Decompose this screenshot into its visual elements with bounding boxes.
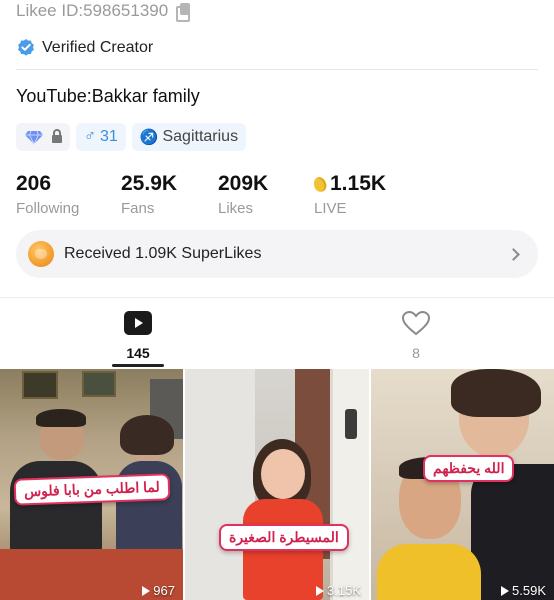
video-grid: لما اطلب من بابا فلوس 967 المسيطرة الصغي…: [0, 369, 554, 600]
divider: [0, 297, 554, 298]
superlikes-text: Received 1.09K SuperLikes: [64, 245, 262, 262]
tab-liked[interactable]: 8: [376, 310, 456, 361]
video-thumbnail[interactable]: الله يحفظهم 5.59K: [371, 369, 554, 600]
live-value: 1.15K: [330, 172, 387, 195]
gender-count: 31: [100, 128, 118, 145]
stat-fans[interactable]: 25.9K Fans: [121, 172, 177, 217]
sagittarius-icon: ♐: [139, 129, 159, 146]
tab-videos[interactable]: 145: [98, 310, 178, 361]
thumbnail-image: [330, 369, 369, 600]
thumbnail-image: [36, 409, 86, 427]
heart-icon: [401, 310, 431, 336]
stat-live[interactable]: 1.15K LIVE: [311, 172, 387, 217]
thumbnail-image: [471, 464, 554, 600]
view-count-value: 3.15K: [327, 583, 361, 598]
videos-count: 145: [126, 345, 150, 361]
thumbnail-image: [120, 415, 174, 455]
video-caption: الله يحفظهم: [423, 455, 515, 482]
profile-tags: ♂ 31 ♐ Sagittarius: [16, 123, 247, 151]
bean-icon: [311, 174, 329, 194]
copy-icon[interactable]: [176, 3, 191, 22]
stat-value: 25.9K: [121, 172, 178, 195]
chevron-right-icon: [507, 247, 520, 261]
profile-bio: YouTube:Bakkar family: [16, 86, 200, 106]
likee-id-row: Likee ID:598651390: [16, 0, 191, 22]
stat-value: 206: [16, 172, 52, 195]
thumbnail-image: [451, 369, 541, 417]
thumbnail-image: [377, 544, 481, 600]
video-icon: [124, 311, 152, 335]
view-count: 967: [142, 583, 175, 598]
video-caption: المسيطرة الصغيرة: [219, 524, 349, 551]
stat-label: Likes: [218, 200, 254, 217]
male-icon: ♂: [84, 128, 96, 145]
divider: [16, 69, 538, 70]
view-count-value: 5.59K: [512, 583, 546, 598]
lock-icon: [52, 128, 62, 143]
likee-id-text: Likee ID:598651390: [16, 1, 169, 20]
level-tag[interactable]: [16, 123, 70, 151]
thumbnail-image: [22, 371, 58, 399]
stat-label: LIVE: [314, 200, 347, 217]
verified-badge-icon: [18, 39, 34, 56]
stat-following[interactable]: 206 Following: [16, 172, 79, 217]
play-icon: [501, 585, 510, 596]
video-thumbnail[interactable]: لما اطلب من بابا فلوس 967: [0, 369, 183, 600]
stat-label: Following: [16, 200, 80, 217]
liked-count: 8: [412, 345, 420, 361]
active-tab-indicator: [112, 364, 164, 367]
zodiac-tag: ♐ Sagittarius: [131, 123, 247, 151]
stat-value: 1.15K: [311, 172, 387, 196]
diamond-icon: [25, 130, 43, 145]
play-icon: [316, 585, 325, 596]
profile-stats: 206 Following 25.9K Fans 209K Likes 1.15…: [16, 172, 536, 218]
play-icon: [142, 585, 151, 596]
verified-label: Verified Creator: [42, 39, 154, 56]
video-caption: لما اطلب من بابا فلوس: [13, 473, 171, 506]
thumbnail-image: [261, 449, 305, 499]
view-count: 3.15K: [316, 583, 361, 598]
gender-tag: ♂ 31: [76, 123, 126, 151]
verified-creator-row: Verified Creator: [16, 36, 153, 60]
video-thumbnail[interactable]: المسيطرة الصغيرة 3.15K: [185, 369, 369, 600]
view-count: 5.59K: [501, 583, 546, 598]
stat-label: Fans: [121, 200, 155, 217]
view-count-value: 967: [153, 583, 175, 598]
stat-likes[interactable]: 209K Likes: [218, 172, 268, 217]
thumbnail-image: [82, 371, 116, 397]
superlikes-banner[interactable]: Received 1.09K SuperLikes: [16, 230, 538, 278]
stat-value: 209K: [218, 172, 269, 195]
zodiac-label: Sagittarius: [162, 128, 239, 145]
door-handle-icon: [345, 409, 357, 439]
superlike-icon: [28, 241, 54, 267]
